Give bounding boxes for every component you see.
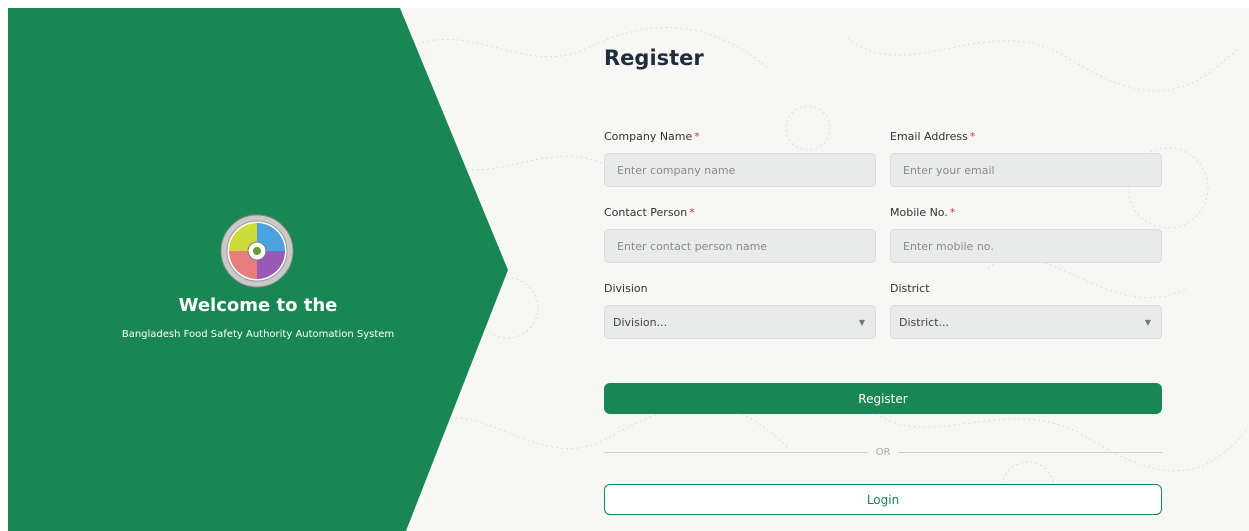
district-label: District: [890, 282, 930, 295]
division-group: Division Division... ▼: [604, 282, 876, 339]
register-form: Register Company Name* Email Address* Co…: [604, 8, 1164, 531]
email-group: Email Address *: [890, 130, 1162, 187]
district-value: District...: [899, 315, 949, 329]
contact-person-group: Contact Person *: [604, 206, 876, 263]
required-mark: *: [694, 130, 700, 143]
company-name-label: Company Name *: [604, 130, 700, 143]
or-divider: OR: [604, 444, 1163, 460]
caret-down-icon: ▼: [858, 317, 865, 327]
required-mark: *: [689, 206, 695, 219]
register-button[interactable]: Register: [604, 383, 1162, 414]
or-text: OR: [875, 446, 891, 458]
mobile-group: Mobile No. *: [890, 206, 1162, 263]
form-title: Register: [604, 46, 704, 70]
division-select[interactable]: Division... ▼: [604, 305, 876, 339]
contact-person-input[interactable]: [604, 229, 876, 263]
caret-down-icon: ▼: [1144, 317, 1151, 327]
welcome-subtitle: Bangladesh Food Safety Authority Automat…: [121, 329, 395, 340]
district-select[interactable]: District... ▼: [890, 305, 1162, 339]
divider-line: [898, 451, 1163, 453]
mobile-label: Mobile No. *: [890, 206, 956, 219]
divider-line: [604, 451, 868, 453]
division-value: Division...: [613, 315, 668, 329]
division-label: Division: [604, 282, 648, 295]
district-group: District District... ▼: [890, 282, 1162, 339]
page: Welcome to the Bangladesh Food Safety Au…: [8, 8, 1249, 531]
email-input[interactable]: [890, 153, 1162, 187]
mobile-input[interactable]: [890, 229, 1162, 263]
welcome-title: Welcome to the: [178, 295, 338, 316]
company-name-group: Company Name *: [604, 130, 876, 187]
required-mark: *: [949, 206, 956, 219]
contact-person-label: Contact Person *: [604, 206, 695, 219]
login-button[interactable]: Login: [604, 484, 1162, 515]
required-mark: *: [969, 130, 976, 143]
email-label: Email Address *: [890, 130, 976, 143]
company-name-input[interactable]: [604, 153, 876, 187]
bfsa-logo-icon: [220, 214, 294, 288]
